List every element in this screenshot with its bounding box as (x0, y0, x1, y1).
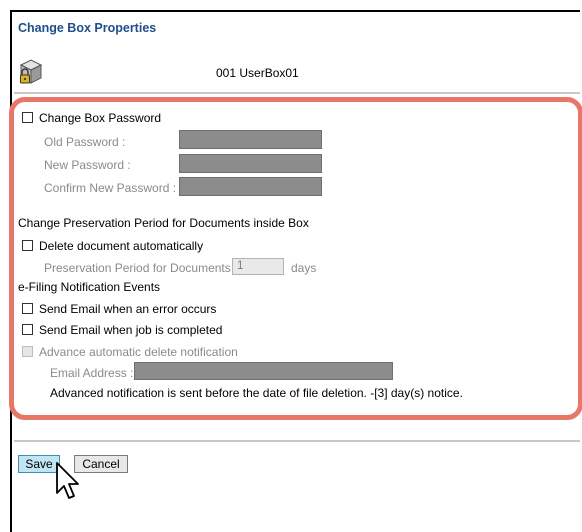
old-password-label: Old Password : (44, 135, 126, 149)
email-address-field[interactable] (134, 362, 393, 380)
advance-notification-row: Advance automatic delete notification (22, 344, 238, 359)
completed-email-row: Send Email when job is completed (22, 322, 222, 337)
error-email-checkbox[interactable] (22, 303, 33, 315)
completed-email-checkbox[interactable] (22, 324, 33, 336)
auto-delete-checkbox[interactable] (22, 240, 33, 252)
days-unit-label: days (291, 261, 317, 275)
advance-note: Advanced notification is sent before the… (50, 386, 463, 400)
preservation-period-label: Preservation Period for Documents : (44, 261, 238, 275)
error-email-label: Send Email when an error occurs (39, 301, 217, 316)
error-email-row: Send Email when an error occurs (22, 301, 216, 316)
divider (14, 440, 580, 442)
box-name: 001 UserBox01 (216, 66, 299, 80)
old-password-field[interactable] (179, 130, 322, 149)
save-button[interactable]: Save (18, 455, 60, 473)
confirm-password-field[interactable] (179, 177, 322, 196)
cancel-button[interactable]: Cancel (74, 455, 128, 473)
change-password-label: Change Box Password (39, 110, 162, 125)
preservation-period-input[interactable]: 1 (232, 258, 284, 275)
notification-heading: e-Filing Notification Events (18, 280, 161, 294)
mouse-pointer-icon (56, 462, 79, 499)
change-password-checkbox[interactable] (22, 112, 33, 124)
new-password-label: New Password : (44, 158, 131, 172)
advance-notification-checkbox[interactable] (22, 346, 33, 358)
change-password-row: Change Box Password (22, 110, 161, 125)
locked-box-icon (19, 59, 43, 84)
advance-notification-label: Advance automatic delete notification (39, 344, 238, 359)
page-title: Change Box Properties (18, 21, 157, 35)
preservation-heading: Change Preservation Period for Documents… (18, 216, 309, 230)
auto-delete-label: Delete document automatically (39, 238, 204, 253)
email-address-label: Email Address : (50, 366, 134, 380)
confirm-password-label: Confirm New Password : (44, 181, 177, 195)
new-password-field[interactable] (179, 154, 322, 173)
auto-delete-row: Delete document automatically (22, 238, 203, 253)
completed-email-label: Send Email when job is completed (39, 322, 223, 337)
divider (14, 92, 580, 94)
